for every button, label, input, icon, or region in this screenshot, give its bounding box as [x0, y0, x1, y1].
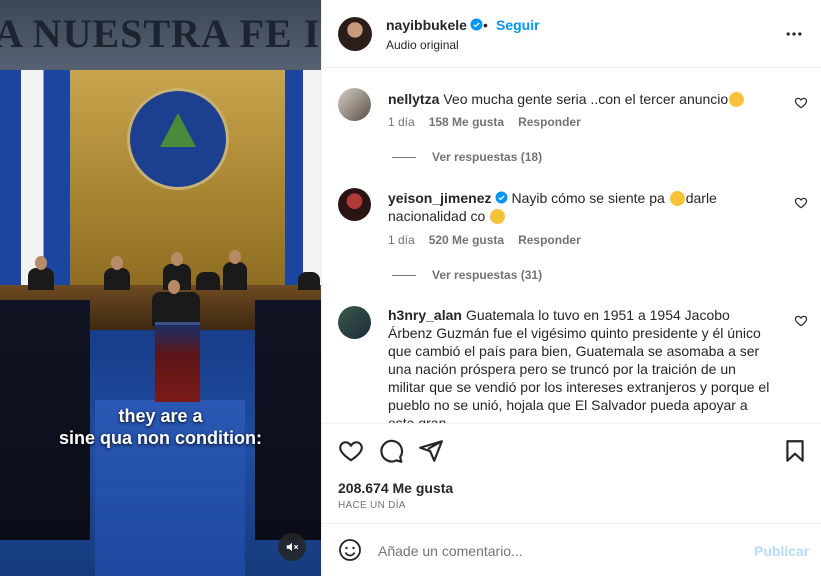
likes-count[interactable]: 208.674 Me gusta: [338, 480, 453, 496]
separator-dot: •: [483, 17, 488, 33]
wall-inscription: A NUESTRA FE I: [0, 0, 321, 70]
smiley-icon[interactable]: [338, 538, 362, 562]
podium: [155, 322, 200, 402]
post-video[interactable]: A NUESTRA FE I they are a sine qua non c…: [0, 0, 321, 576]
author-username[interactable]: nayibbukele: [386, 17, 483, 33]
comment-composer: Publicar: [322, 523, 821, 576]
heart-icon[interactable]: [794, 96, 808, 110]
comment-input[interactable]: [378, 540, 738, 562]
comment-time: 1 día: [388, 233, 415, 247]
posted-time[interactable]: HACE UN DÍA: [338, 500, 406, 511]
post-side-panel: nayibbukele • Seguir Audio original nell…: [321, 0, 821, 576]
comment-bubble-icon[interactable]: [378, 438, 404, 464]
comment-text: nellytza Veo mucha gente seria ..con el t…: [388, 90, 773, 108]
speaker-muted-icon: [286, 542, 299, 552]
comment-time: 1 día: [388, 115, 415, 129]
post-actions: 208.674 Me gusta HACE UN DÍA: [322, 423, 821, 523]
reply-button[interactable]: Responder: [518, 115, 581, 129]
bookmark-icon[interactable]: [782, 438, 808, 464]
comment-text: h3nry_alan Guatemala lo tuvo en 1951 a 19…: [388, 307, 770, 423]
video-subtitle-line-1: they are a: [118, 406, 203, 426]
comment-likes[interactable]: 520 Me gusta: [429, 233, 504, 247]
reply-button[interactable]: Responder: [518, 233, 581, 247]
author-username-text[interactable]: nayibbukele: [386, 17, 467, 33]
verified-badge-icon: [495, 191, 507, 204]
speaker-figure: [152, 292, 200, 326]
view-replies-button[interactable]: Ver respuestas (31): [392, 268, 542, 282]
avatar[interactable]: [338, 188, 371, 221]
audio-label[interactable]: Audio original: [386, 38, 459, 52]
avatar[interactable]: [338, 17, 372, 51]
heart-icon[interactable]: [794, 314, 808, 328]
flag-left: [0, 70, 70, 290]
more-options-button[interactable]: [782, 22, 806, 46]
thinking-face-emoji-icon: [729, 92, 745, 107]
comment-meta: 1 día 520 Me gusta Responder: [388, 233, 595, 247]
comment-likes[interactable]: 158 Me gusta: [429, 115, 504, 129]
comment-username-text[interactable]: yeison_jimenez: [388, 190, 492, 206]
video-subtitle-line-2: sine qua non condition:: [59, 428, 262, 448]
heart-icon[interactable]: [794, 196, 808, 210]
heart-icon[interactable]: [338, 438, 364, 464]
avatar[interactable]: [338, 306, 371, 339]
comment-meta: 1 día 158 Me gusta Responder: [388, 115, 595, 129]
video-frame: A NUESTRA FE I: [0, 0, 321, 576]
comments-list[interactable]: nellytza Veo mucha gente seria ..con el t…: [322, 69, 821, 423]
laughing-face-emoji-icon: [490, 209, 506, 224]
publish-button[interactable]: Publicar: [754, 543, 809, 559]
view-replies-button[interactable]: Ver respuestas (18): [392, 150, 542, 164]
avatar[interactable]: [338, 88, 371, 121]
verified-badge-icon: [470, 18, 483, 31]
comment-username[interactable]: nellytza: [388, 91, 439, 107]
paper-plane-icon[interactable]: [418, 438, 444, 464]
instagram-post-modal: A NUESTRA FE I they are a sine qua non c…: [0, 0, 821, 576]
comment-username[interactable]: yeison_jimenez: [388, 190, 508, 206]
sad-face-emoji-icon: [669, 191, 685, 206]
more-horizontal-icon: [786, 32, 802, 36]
comment-username[interactable]: h3nry_alan: [388, 307, 462, 323]
comment-text: yeison_jimenez Nayib cómo se siente pa da…: [388, 190, 717, 224]
flag-right: [285, 70, 321, 290]
follow-button[interactable]: Seguir: [496, 17, 540, 33]
post-header: nayibbukele • Seguir Audio original: [322, 0, 821, 68]
national-seal: [127, 88, 229, 190]
mute-button[interactable]: [278, 533, 306, 561]
